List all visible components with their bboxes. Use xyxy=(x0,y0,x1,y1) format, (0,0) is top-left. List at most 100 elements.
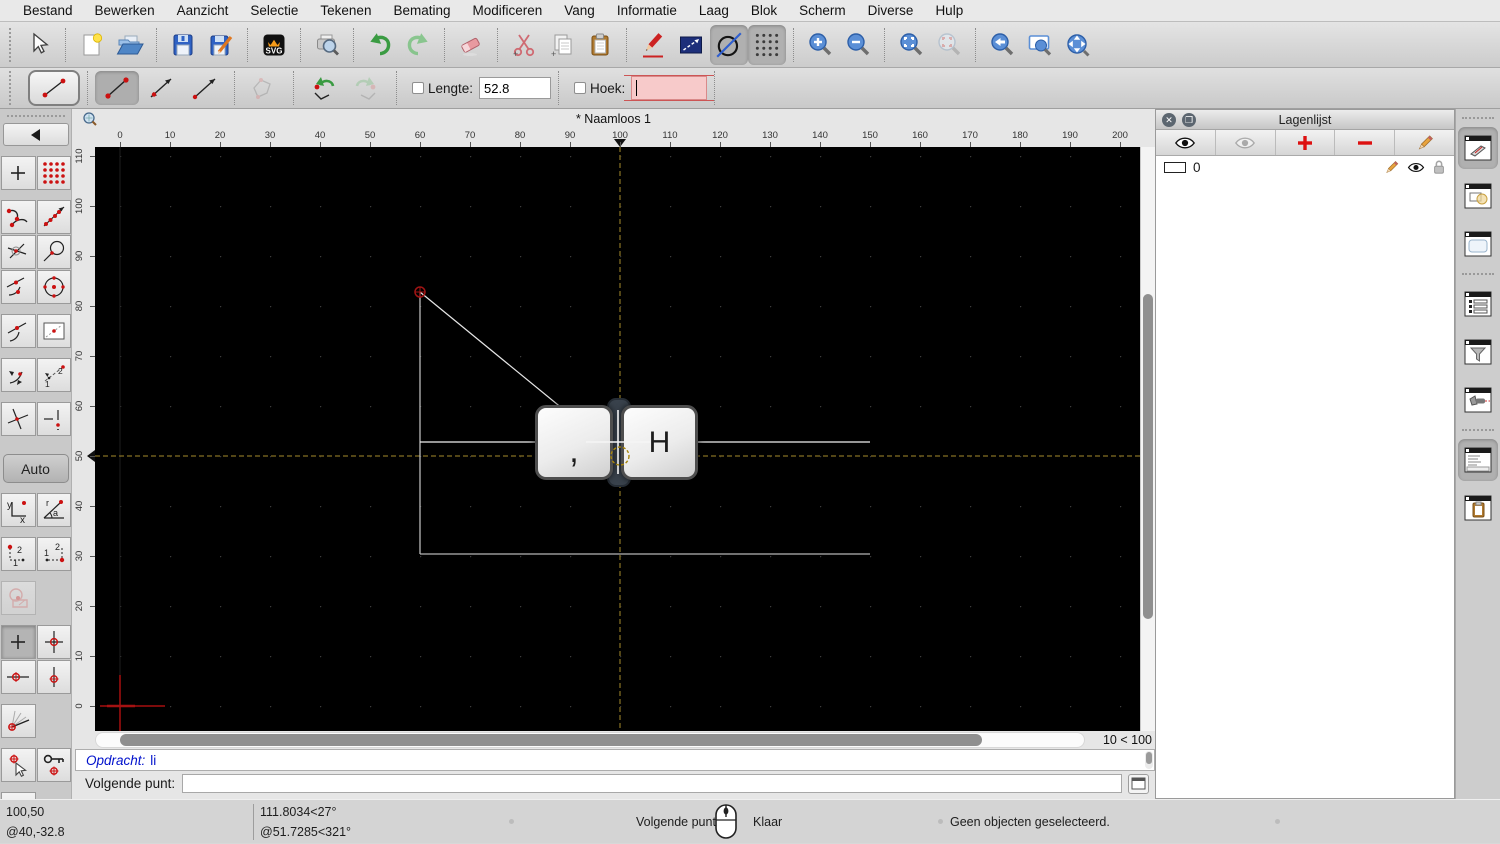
strip-grip[interactable] xyxy=(1462,117,1494,119)
open-file-button[interactable] xyxy=(111,25,149,65)
panel-close-button[interactable]: ✕ xyxy=(1162,113,1176,127)
print-preview-button[interactable] xyxy=(308,25,346,65)
undo-button[interactable] xyxy=(361,25,399,65)
auto-snap-button[interactable]: Auto xyxy=(3,454,69,483)
panel-dock-button[interactable]: ❐ xyxy=(1182,113,1196,127)
palette-grip[interactable] xyxy=(7,115,65,117)
layer-row[interactable]: 0 xyxy=(1156,156,1454,178)
menu-item-informatie[interactable]: Informatie xyxy=(606,3,688,18)
spotlight-panel-button[interactable] xyxy=(1458,379,1498,421)
layer-list-panel-button[interactable] xyxy=(1458,127,1498,169)
pan-button[interactable] xyxy=(1059,25,1097,65)
snap-multiple-points-button[interactable] xyxy=(37,200,72,234)
save-as-button[interactable] xyxy=(202,25,240,65)
toolbar-grip[interactable] xyxy=(9,71,15,105)
snap-endpoint-button[interactable] xyxy=(1,200,36,234)
menu-item-bewerken[interactable]: Bewerken xyxy=(84,3,166,18)
snap-perpendicular-button[interactable] xyxy=(37,402,72,436)
drawing-canvas[interactable]: , H xyxy=(95,147,1140,731)
grid-toggle-button[interactable] xyxy=(748,25,786,65)
snap-frame-button[interactable] xyxy=(37,314,72,348)
vertical-scrollbar-thumb[interactable] xyxy=(1143,294,1153,619)
menu-item-tekenen[interactable]: Tekenen xyxy=(309,3,382,18)
dimension-style-button[interactable] xyxy=(672,25,710,65)
draw-style-button[interactable] xyxy=(634,25,672,65)
cut-button[interactable]: + xyxy=(505,25,543,65)
snap-center-button[interactable] xyxy=(37,270,72,304)
list-panel-button[interactable] xyxy=(1458,283,1498,325)
filter-panel-button[interactable] xyxy=(1458,331,1498,373)
snap-intersection-button[interactable] xyxy=(1,235,36,269)
snap-extension-button[interactable] xyxy=(1,358,36,392)
snap-lock-point-button[interactable] xyxy=(37,748,72,782)
line-arrow-tool-button[interactable] xyxy=(183,71,227,105)
command-window-button[interactable] xyxy=(1128,774,1149,794)
horizontal-scrollbar-thumb[interactable] xyxy=(120,734,982,746)
snap-divide-button[interactable]: 12 xyxy=(37,358,72,392)
menu-item-hulp[interactable]: Hulp xyxy=(924,3,974,18)
constraint-angle-button[interactable] xyxy=(1,704,36,738)
hide-all-layers-button[interactable] xyxy=(1216,130,1276,155)
snap-tangent-button[interactable] xyxy=(37,235,72,269)
menu-item-modificeren[interactable]: Modificeren xyxy=(462,3,554,18)
menu-item-bestand[interactable]: Bestand xyxy=(12,3,84,18)
zoom-selection-button[interactable] xyxy=(930,25,968,65)
zoom-previous-button[interactable] xyxy=(983,25,1021,65)
command-history-scrollbar-thumb[interactable] xyxy=(1146,752,1152,764)
save-button[interactable] xyxy=(164,25,202,65)
snap-grid-button[interactable] xyxy=(37,156,72,190)
menu-item-aanzicht[interactable]: Aanzicht xyxy=(166,3,240,18)
remove-layer-button[interactable] xyxy=(1335,130,1395,155)
add-layer-button[interactable] xyxy=(1276,130,1336,155)
redo-button[interactable] xyxy=(399,25,437,65)
snap-pick-button[interactable] xyxy=(1,748,36,782)
constraint-horizontal-button[interactable] xyxy=(1,660,36,694)
coords-polar-button[interactable]: ra xyxy=(37,493,72,527)
snap-on-object-button[interactable] xyxy=(1,270,36,304)
drawing-window-titlebar[interactable]: * Naamloos 1 xyxy=(72,109,1155,129)
command-history-scrollbar[interactable] xyxy=(1145,751,1153,769)
vertical-scrollbar[interactable] xyxy=(1140,147,1155,731)
lengte-checkbox[interactable] xyxy=(412,82,424,94)
horizontal-scrollbar[interactable] xyxy=(95,732,1085,748)
menu-item-laag[interactable]: Laag xyxy=(688,3,740,18)
zoom-in-button[interactable] xyxy=(801,25,839,65)
properties-panel-button[interactable] xyxy=(1458,223,1498,265)
layer-panel-titlebar[interactable]: ✕ ❐ Lagenlijst xyxy=(1156,110,1454,130)
menu-item-blok[interactable]: Blok xyxy=(740,3,788,18)
snap-free-button[interactable] xyxy=(1,156,36,190)
palette-collapse-button[interactable] xyxy=(3,123,69,146)
hoek-input[interactable] xyxy=(631,76,707,100)
line-both-arrows-tool-button[interactable] xyxy=(139,71,183,105)
menu-item-selectie[interactable]: Selectie xyxy=(239,3,309,18)
snap-cross-button[interactable] xyxy=(1,402,36,436)
new-file-button[interactable] xyxy=(73,25,111,65)
menu-item-bemating[interactable]: Bemating xyxy=(382,3,461,18)
constraint-vertical-button[interactable] xyxy=(37,625,72,659)
command-history[interactable]: Opdracht: li xyxy=(75,749,1155,771)
zoom-extents-button[interactable] xyxy=(892,25,930,65)
command-input[interactable] xyxy=(182,774,1122,793)
layer-lock-icon[interactable] xyxy=(1432,159,1446,175)
constraint-free-button[interactable] xyxy=(1,625,36,659)
copy-button[interactable]: + xyxy=(543,25,581,65)
construction-mode-button[interactable] xyxy=(710,25,748,65)
snap-object-reference-button[interactable] xyxy=(1,581,36,615)
snap-nearest-button[interactable] xyxy=(1,314,36,348)
drawing-scale-icon[interactable] xyxy=(82,111,98,127)
edit-layer-button[interactable] xyxy=(1395,130,1454,155)
svg-export-button[interactable]: SVG xyxy=(255,25,293,65)
layer-visible-eye-icon[interactable] xyxy=(1407,161,1425,174)
relative-last-point-button[interactable]: 12 xyxy=(37,537,72,571)
hoek-checkbox[interactable] xyxy=(574,82,586,94)
polyline-tool-button[interactable] xyxy=(242,71,286,105)
clipboard-panel-button[interactable] xyxy=(1458,487,1498,529)
coords-cartesian-button[interactable]: yx xyxy=(1,493,36,527)
line-segment-tool-button[interactable] xyxy=(95,71,139,105)
object-info-panel-button[interactable] xyxy=(1458,175,1498,217)
show-all-layers-button[interactable] xyxy=(1156,130,1216,155)
delete-button[interactable] xyxy=(452,25,490,65)
constraint-vertical-only-button[interactable] xyxy=(37,660,72,694)
layer-color-swatch[interactable] xyxy=(1164,162,1186,173)
select-tool-button[interactable] xyxy=(20,25,58,65)
